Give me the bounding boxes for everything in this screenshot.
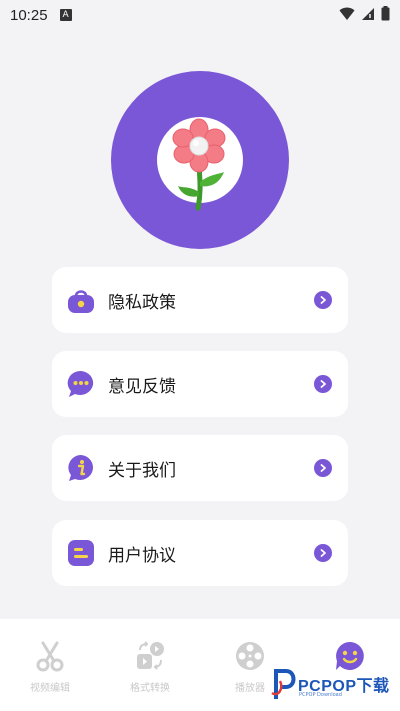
status-bar: 10:25 A (0, 0, 400, 30)
status-time: 10:25 (10, 6, 48, 24)
menu-item-feedback[interactable]: 意见反馈 (52, 351, 348, 417)
menu-item-about[interactable]: 关于我们 (52, 435, 348, 501)
avatar[interactable] (111, 71, 289, 249)
nav-label: 播放器 (235, 683, 265, 694)
notification-icon: A (59, 9, 72, 21)
chevron-right-icon (314, 459, 332, 477)
scissors-icon (33, 639, 67, 673)
lock-bag-icon (67, 286, 95, 314)
menu-item-agreement[interactable]: 用户协议 (52, 520, 348, 586)
watermark-subtext: PCPOP Download (299, 692, 342, 698)
nav-video-edit[interactable]: 视频编辑 (0, 619, 100, 711)
info-icon (67, 454, 95, 482)
watermark: PCPOP下载 PCPOP Download (270, 664, 396, 704)
chevron-right-icon (314, 291, 332, 309)
menu-item-label: 意见反馈 (108, 376, 176, 397)
flower-icon (172, 118, 226, 211)
status-icons (339, 6, 390, 21)
nav-label: 格式转换 (130, 683, 170, 694)
menu-item-label: 用户协议 (108, 545, 176, 566)
watermark-logo-icon (271, 669, 296, 699)
avatar-inner (157, 117, 243, 211)
chevron-right-icon (314, 544, 332, 562)
menu-item-label: 关于我们 (108, 460, 176, 481)
nav-label: 视频编辑 (30, 683, 70, 694)
chat-bubble-icon (67, 370, 95, 398)
menu-item-label: 隐私政策 (108, 292, 176, 313)
signal-icon (362, 7, 374, 20)
menu-item-privacy[interactable]: 隐私政策 (52, 267, 348, 333)
convert-icon (133, 639, 167, 673)
chevron-right-icon (314, 375, 332, 393)
document-icon (67, 539, 95, 567)
battery-icon (381, 6, 390, 21)
wifi-icon (339, 7, 355, 20)
film-reel-icon (233, 639, 267, 673)
nav-format-convert[interactable]: 格式转换 (100, 619, 200, 711)
